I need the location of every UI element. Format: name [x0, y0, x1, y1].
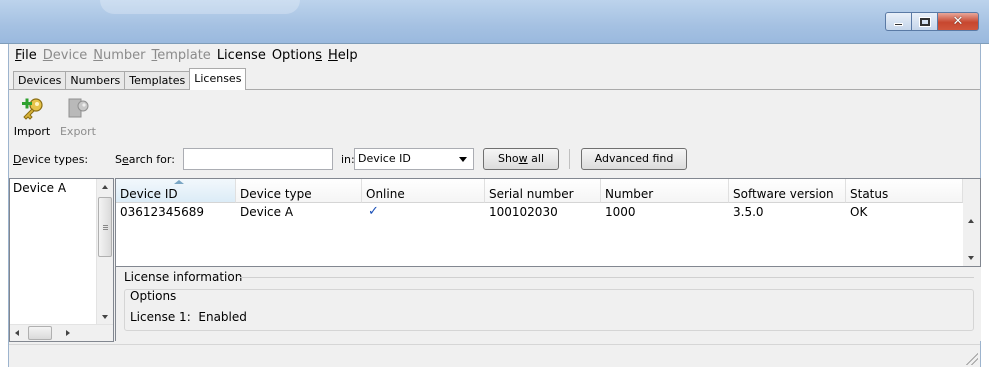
cell-device-id: 03612345689 — [120, 205, 204, 219]
close-button[interactable]: ✕ — [937, 12, 979, 31]
scroll-up-icon[interactable] — [968, 219, 974, 223]
licenses-table: Device ID Device type Online Serial numb… — [115, 178, 981, 267]
column-label: Device ID — [120, 187, 178, 201]
cell-number: 1000 — [605, 205, 636, 219]
device-types-label: Device types: — [13, 153, 89, 166]
toolbar: Import Export — [9, 92, 101, 138]
menu-file[interactable]: File — [12, 48, 40, 63]
resize-grip-icon[interactable] — [966, 353, 978, 365]
scroll-left-icon[interactable] — [15, 330, 19, 336]
scroll-thumb[interactable] — [98, 197, 112, 257]
advanced-find-button[interactable]: Advanced find — [581, 148, 687, 170]
column-software-version[interactable]: Software version — [729, 179, 846, 203]
scroll-right-icon[interactable] — [66, 330, 70, 336]
license-information-title: License information — [124, 270, 243, 284]
group-divider — [240, 277, 974, 278]
menu-options[interactable]: Options — [269, 48, 325, 63]
online-check-icon: ✓ — [368, 204, 379, 219]
sort-ascending-icon — [174, 180, 184, 184]
device-list-vertical-scrollbar[interactable] — [96, 179, 113, 325]
tab-devices[interactable]: Devices — [13, 71, 67, 90]
main-window: File Device Number Template License Options He… — [8, 44, 981, 367]
menu-help[interactable]: Help — [325, 48, 361, 63]
search-input[interactable] — [183, 148, 333, 170]
in-label: in: — [341, 153, 355, 166]
device-types-label-rest: evice types: — [21, 153, 89, 166]
table-vertical-scrollbar[interactable] — [963, 179, 980, 266]
import-label: Import — [13, 125, 51, 138]
device-list-horizontal-scrollbar[interactable] — [10, 324, 113, 341]
column-number[interactable]: Number — [601, 179, 729, 203]
tab-licenses[interactable]: Licenses — [189, 68, 247, 90]
toolbar-separator — [569, 149, 570, 169]
status-bar — [9, 344, 980, 367]
device-types-list[interactable]: Device A — [9, 178, 114, 342]
export-button[interactable]: Export — [55, 92, 101, 138]
column-online[interactable]: Online — [362, 179, 485, 203]
column-status[interactable]: Status — [846, 179, 963, 203]
license-value: Enabled — [198, 310, 247, 324]
tab-numbers[interactable]: Numbers — [65, 71, 126, 90]
horizontal-scroll-thumb[interactable] — [28, 326, 52, 340]
search-field-select[interactable]: Device ID — [354, 148, 474, 170]
menu-bar: File Device Number Template License Options He… — [9, 44, 980, 66]
maximize-icon — [919, 17, 930, 26]
license-label: License 1: — [130, 310, 191, 324]
export-label: Export — [59, 125, 96, 138]
options-title: Options — [130, 289, 177, 303]
license-line: License 1: Enabled — [130, 310, 247, 324]
export-key-icon — [68, 98, 89, 118]
list-item[interactable]: Device A — [13, 181, 66, 195]
menu-license[interactable]: License — [214, 48, 269, 63]
import-button[interactable]: Import — [9, 92, 55, 138]
cell-serial-number: 100102030 — [489, 205, 558, 219]
maximize-button[interactable] — [911, 12, 937, 31]
show-all-button[interactable]: Show all — [483, 148, 559, 170]
import-key-icon — [22, 98, 43, 120]
search-for-label: Search for: — [115, 153, 175, 166]
menu-device[interactable]: Device — [40, 48, 90, 63]
tab-templates[interactable]: Templates — [124, 71, 191, 90]
menu-template[interactable]: Template — [148, 48, 213, 63]
window-controls: ✕ — [885, 12, 979, 31]
grip-icon — [103, 225, 108, 226]
column-serial-number[interactable]: Serial number — [485, 179, 601, 203]
search-row: Device types: Search for: in: Device ID … — [9, 146, 980, 174]
search-field-value: Device ID — [358, 152, 411, 165]
options-group — [124, 289, 974, 331]
scroll-down-icon[interactable] — [968, 256, 974, 260]
minimize-icon — [894, 23, 903, 26]
close-icon: ✕ — [952, 14, 964, 29]
license-information-panel: License information Options License 1: E… — [115, 267, 981, 341]
chevron-down-icon — [459, 157, 467, 162]
cell-device-type: Device A — [240, 205, 294, 219]
menu-number[interactable]: Number — [90, 48, 148, 63]
scroll-down-icon[interactable] — [102, 315, 108, 319]
title-bar: ✕ — [0, 0, 989, 44]
tab-strip: Devices Numbers Templates Licenses — [13, 68, 247, 90]
scroll-up-icon[interactable] — [102, 185, 108, 189]
column-device-id[interactable]: Device ID — [116, 179, 236, 203]
table-header: Device ID Device type Online Serial numb… — [116, 179, 963, 203]
column-device-type[interactable]: Device type — [236, 179, 362, 203]
minimize-button[interactable] — [885, 12, 911, 31]
cell-status: OK — [850, 205, 868, 219]
cell-software-version: 3.5.0 — [733, 205, 764, 219]
table-row[interactable]: 03612345689 Device A ✓ 100102030 1000 3.… — [116, 204, 963, 220]
tab-divider — [9, 89, 980, 90]
title-bar-glow — [100, 0, 300, 14]
